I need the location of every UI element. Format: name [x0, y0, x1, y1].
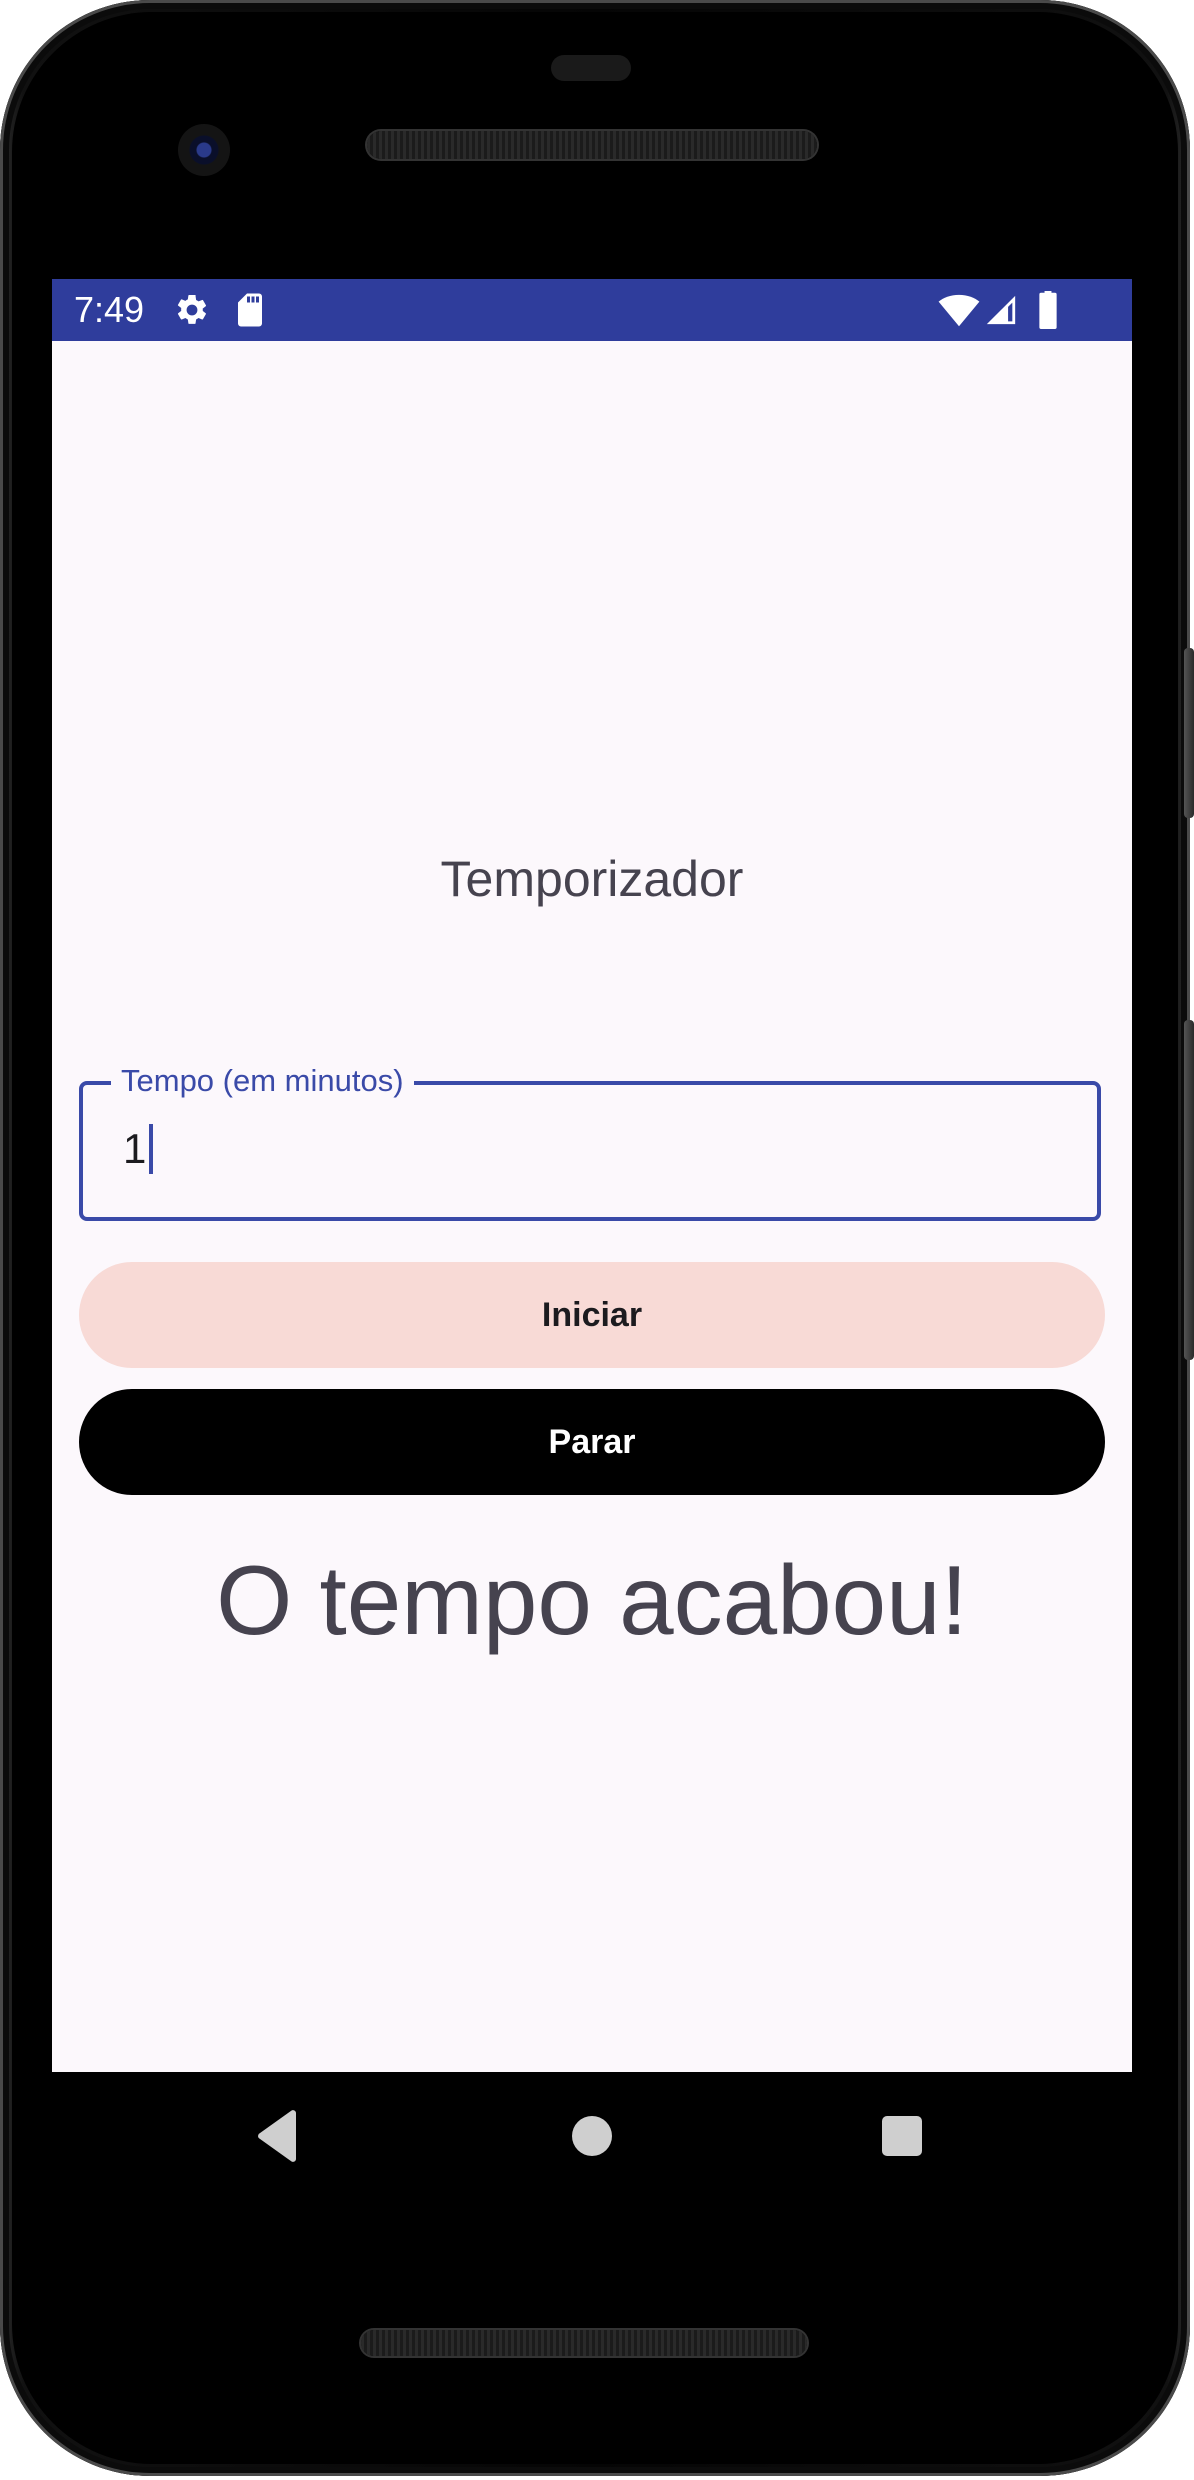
time-minutes-input[interactable]: 1 [123, 1123, 154, 1175]
start-button[interactable]: Iniciar [79, 1262, 1105, 1368]
power-key[interactable] [1184, 648, 1194, 818]
front-camera [178, 124, 230, 176]
cell-signal-icon [986, 295, 1016, 325]
time-minutes-value: 1 [123, 1125, 147, 1172]
earpiece-speaker [367, 131, 817, 159]
gear-icon [177, 294, 207, 324]
sensor-slot [551, 55, 631, 81]
status-time: 7:49 [74, 289, 145, 330]
status-bar: 7:49 [52, 279, 1132, 341]
screen: 7:49 Temporizador Tempo (em minutos) 1 I… [52, 279, 1132, 2072]
device-frame: 7:49 Temporizador Tempo (em minutos) 1 I… [0, 0, 1194, 2480]
battery-icon [1039, 291, 1057, 329]
stop-button[interactable]: Parar [79, 1389, 1105, 1495]
back-icon[interactable] [256, 2110, 300, 2162]
text-cursor [149, 1124, 154, 1174]
home-icon[interactable] [572, 2116, 612, 2156]
bottom-speaker [361, 2330, 807, 2356]
recents-icon[interactable] [882, 2116, 922, 2156]
time-minutes-label: Tempo (em minutos) [111, 1063, 414, 1099]
sd-card-icon [238, 293, 262, 327]
volume-key[interactable] [1184, 1020, 1194, 1360]
timer-finished-message: O tempo acabou! [216, 1545, 968, 1655]
time-minutes-field[interactable]: Tempo (em minutos) 1 [79, 1063, 1101, 1221]
page-title: Temporizador [440, 851, 744, 907]
wifi-icon [938, 294, 980, 327]
